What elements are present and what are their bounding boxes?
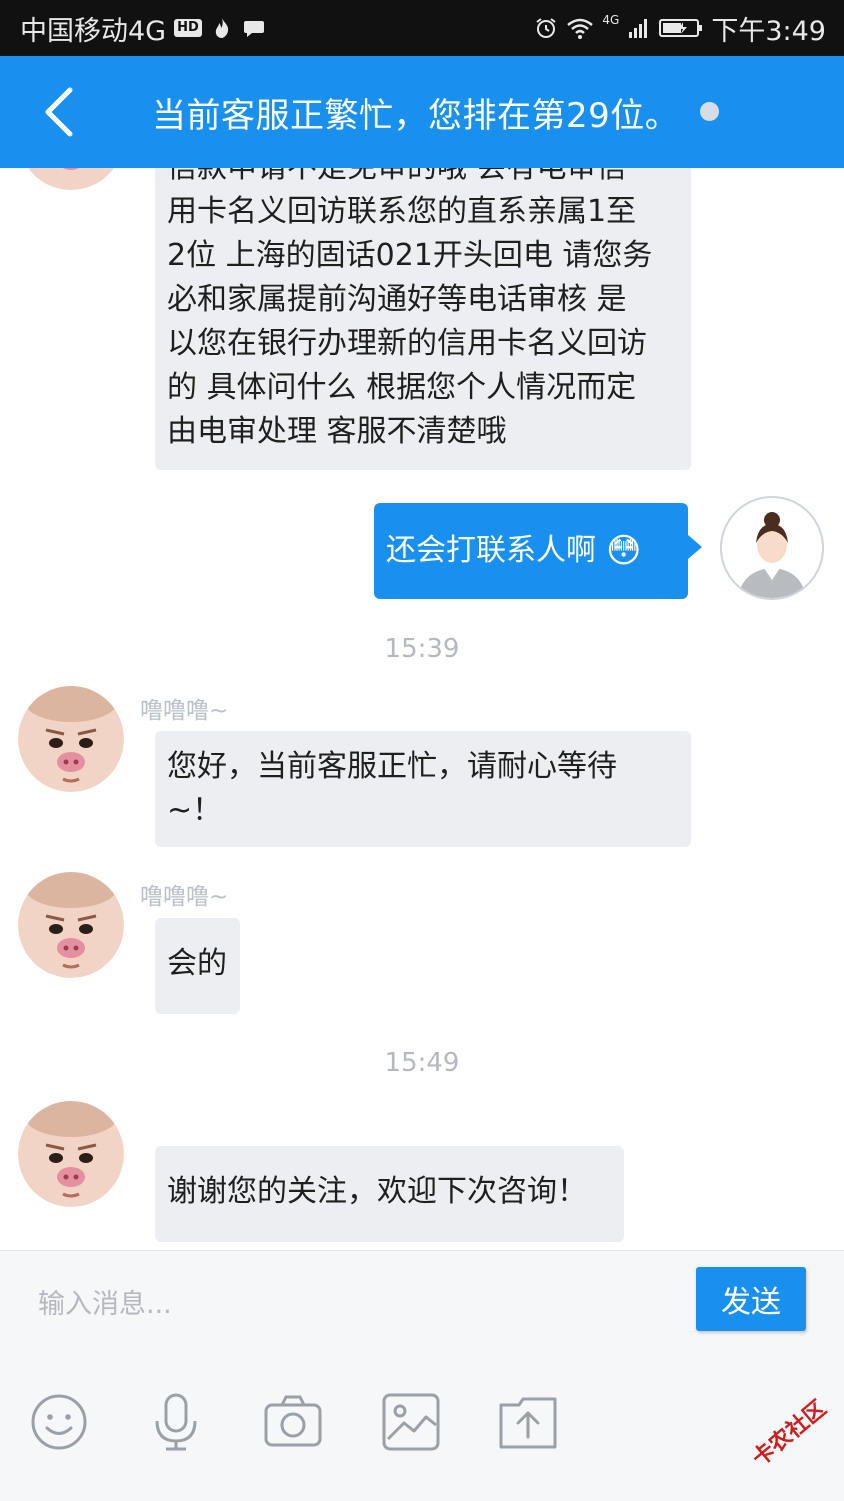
status-right: 4G 下午3:49 [534, 9, 826, 48]
chat-notification-icon [243, 21, 264, 37]
flushed-emoji-icon: 😳 [606, 531, 642, 571]
chevron-left-icon [45, 87, 73, 137]
message-line: ~！ [167, 793, 223, 828]
message-bubble-user: 还会打联系人啊 😳 [374, 503, 702, 599]
back-button[interactable] [36, 84, 86, 140]
clock-label: 下午3:49 [711, 15, 826, 47]
user-avatar[interactable] [720, 496, 824, 600]
status-bar: 中国移动4G HD 4G 下午3:49 [0, 0, 844, 56]
agent-avatar[interactable] [18, 168, 124, 190]
image-icon[interactable] [380, 1391, 442, 1453]
message-text: 谢谢您的关注，欢迎下次咨询！ [167, 1174, 587, 1209]
wifi-icon [567, 18, 594, 39]
agent-avatar[interactable] [18, 686, 124, 792]
chat-header: 当前客服正繁忙，您排在第29位。 [0, 56, 844, 168]
signal-icon [629, 19, 648, 38]
timestamp: 15:49 [384, 1048, 460, 1078]
agent-nickname: 噜噜噜~ [140, 884, 229, 910]
status-left: 中国移动4G HD [20, 9, 266, 48]
message-line: 信款申请不是免审的哦 会有电审信 [167, 168, 679, 190]
hd-badge: HD [174, 19, 202, 37]
message-line: 以您在银行办理新的信用卡名义回访 [167, 326, 647, 361]
message-line: 由电审处理 客服不清楚哦 [167, 414, 507, 449]
status-dot [700, 102, 719, 121]
emoji-icon[interactable] [28, 1391, 90, 1453]
network-label: 4G [602, 12, 620, 27]
alarm-icon [536, 18, 557, 38]
message-bubble-agent: 会的 [155, 918, 240, 1014]
message-line: 必和家属提前沟通好等电话审核 是 [167, 282, 627, 317]
battery-icon [659, 19, 703, 37]
message-bubble-agent: 谢谢您的关注，欢迎下次咨询！ [155, 1146, 624, 1242]
message-bubble-agent: 您好，当前客服正忙，请耐心等待 ~！ [155, 731, 691, 847]
agent-avatar[interactable] [18, 872, 124, 978]
input-bar: 发送 [0, 1250, 844, 1501]
message-line: 的 具体问什么 根据您个人情况而定 [167, 370, 637, 405]
carrier-label: 中国移动4G [20, 15, 167, 47]
queue-status-title: 当前客服正繁忙，您排在第29位。 [152, 96, 680, 136]
flame-icon [215, 18, 228, 38]
message-line: 2位 上海的固话021开头回电 请您务 [167, 238, 653, 273]
agent-nickname: 噜噜噜~ [140, 698, 229, 724]
chat-messages: 信款申请不是免审的哦 会有电审信 用卡名义回访联系您的直系亲属1至 2位 上海的… [0, 168, 844, 1250]
microphone-icon[interactable] [145, 1391, 207, 1453]
message-bubble-agent: 信款申请不是免审的哦 会有电审信 用卡名义回访联系您的直系亲属1至 2位 上海的… [155, 168, 691, 470]
send-button[interactable]: 发送 [696, 1267, 806, 1331]
message-text: 还会打联系人啊 [386, 533, 596, 568]
upload-icon[interactable] [497, 1391, 559, 1453]
message-line: 用卡名义回访联系您的直系亲属1至 [167, 194, 637, 229]
message-line: 您好，当前客服正忙，请耐心等待 [167, 749, 617, 784]
agent-avatar[interactable] [18, 1101, 124, 1207]
timestamp: 15:39 [384, 634, 460, 664]
camera-icon[interactable] [262, 1391, 324, 1453]
message-input[interactable] [36, 1281, 660, 1327]
message-text: 会的 [167, 946, 227, 981]
